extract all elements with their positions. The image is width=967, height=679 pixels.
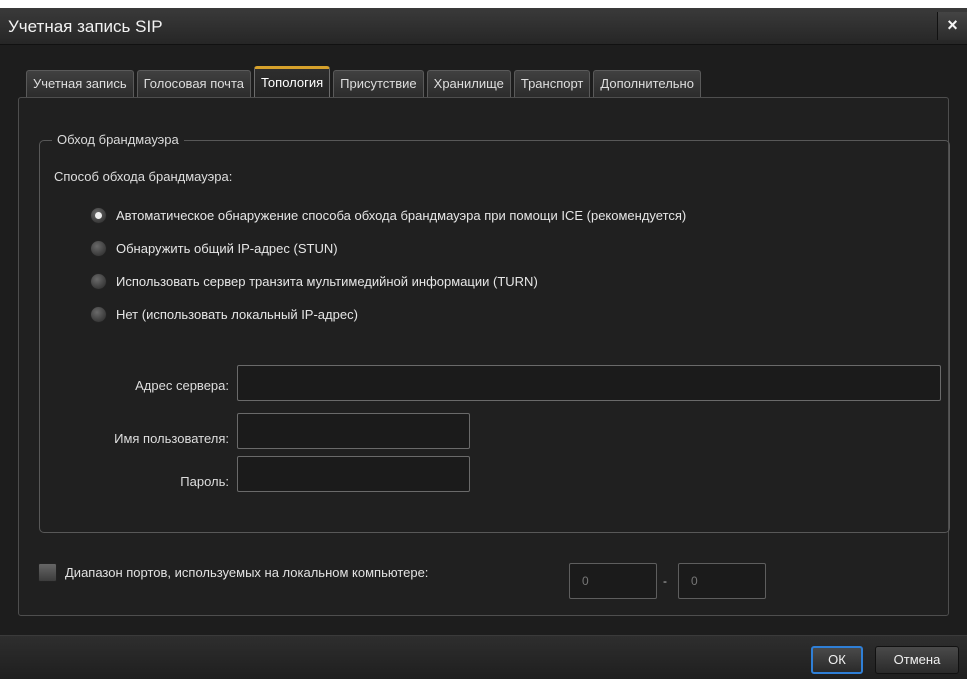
tab-voicemail[interactable]: Голосовая почта [136,70,251,98]
radio-option-ice[interactable]: Автоматическое обнаружение способа обход… [90,205,686,225]
radio-button-none[interactable] [90,305,107,323]
tab-storage[interactable]: Хранилище [426,70,511,98]
title-bar[interactable]: Учетная запись SIP × [0,8,967,45]
dialog-footer: ОК Отмена [0,635,967,679]
tab-transport[interactable]: Транспорт [513,70,591,98]
cancel-button[interactable]: Отмена [875,646,959,674]
password-input[interactable] [237,456,470,492]
server-address-input[interactable] [237,365,941,401]
port-from-input[interactable]: 0 [569,563,657,599]
radio-option-stun[interactable]: Обнаружить общий IP-адрес (STUN) [90,238,338,258]
radio-label-ice: Автоматическое обнаружение способа обход… [116,207,687,223]
radio-option-turn[interactable]: Использовать сервер транзита мультимедий… [90,271,538,291]
close-icon[interactable]: × [937,12,967,40]
ok-button[interactable]: ОК [811,646,863,674]
username-input[interactable] [237,413,470,449]
sip-account-dialog: Учетная запись SIP × Учетная запись Голо… [0,8,967,679]
radio-label-turn: Использовать сервер транзита мультимедий… [116,273,538,289]
port-to-input[interactable]: 0 [678,563,766,599]
radio-option-none[interactable]: Нет (использовать локальный IP-адрес) [90,304,358,324]
topology-tab-panel: Обход брандмауэра Способ обхода брандмау… [18,97,950,616]
port-range-separator: - [663,574,667,588]
radio-label-stun: Обнаружить общий IP-адрес (STUN) [116,240,338,256]
password-label: Пароль: [180,474,229,489]
tab-advanced[interactable]: Дополнительно [593,70,701,98]
port-range-label: Диапазон портов, используемых на локальн… [65,565,429,580]
firewall-traversal-group: Обход брандмауэра Способ обхода брандмау… [39,132,950,533]
radio-button-stun[interactable] [90,239,107,257]
tab-topology[interactable]: Топология [254,66,331,98]
radio-button-turn[interactable] [90,272,107,290]
tab-bar: Учетная запись Голосовая почта Топология… [26,66,704,98]
tab-account[interactable]: Учетная запись [26,70,134,98]
window-title: Учетная запись SIP [8,17,163,36]
radio-button-ice[interactable] [90,206,107,224]
tab-presence[interactable]: Присутствие [333,70,424,98]
port-range-checkbox[interactable] [38,563,57,582]
radio-label-none: Нет (использовать локальный IP-адрес) [116,306,358,322]
traversal-method-label: Способ обхода брандмауэра: [54,169,233,184]
group-title: Обход брандмауэра [52,132,184,147]
port-range-row: Диапазон портов, используемых на локальн… [38,563,428,582]
username-label: Имя пользователя: [114,431,229,446]
server-address-label: Адрес сервера: [135,378,229,393]
